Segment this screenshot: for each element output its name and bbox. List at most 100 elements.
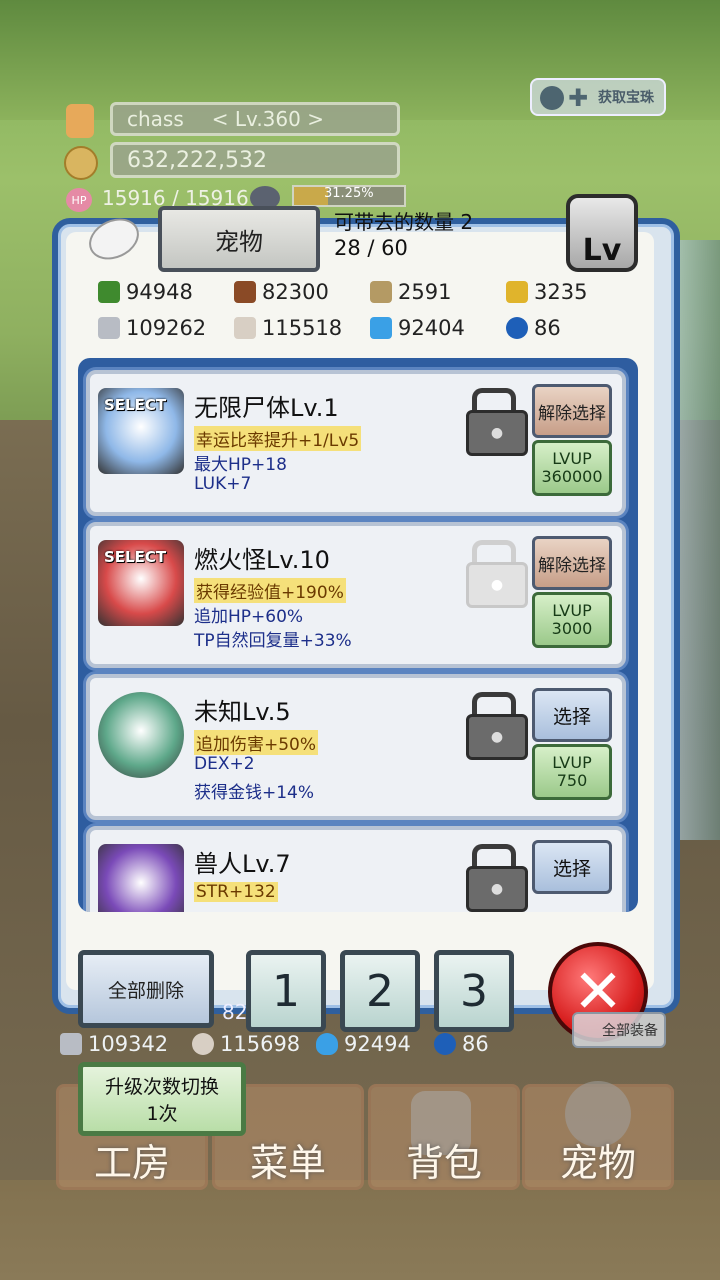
resource-grid: 94948 82300 2591 3235 109262 115518 9240… xyxy=(98,280,638,350)
pet-name: 未知Lv.5 xyxy=(194,698,291,726)
upgrade-count-toggle-button[interactable]: 升级次数切换 1次 xyxy=(78,1062,246,1136)
lvup-button[interactable]: LVUP 360000 xyxy=(532,440,612,496)
lvup-cost: 360000 xyxy=(541,467,603,486)
slot-2-button[interactable]: 2 xyxy=(340,950,420,1032)
nav-label: 背包 xyxy=(405,1141,482,1185)
nav-label: 菜单 xyxy=(249,1141,326,1185)
resource-orb: 86 xyxy=(506,316,561,340)
pet-stat: STR+132 xyxy=(194,882,278,902)
gold-amount: 632,222,532 xyxy=(127,147,267,173)
pet-stat: 幸运比率提升+1/Lv5 xyxy=(194,426,362,451)
lvup-cost: 750 xyxy=(556,771,588,790)
delete-all-button[interactable]: 全部删除 xyxy=(78,950,214,1028)
lock-icon[interactable]: ● xyxy=(466,714,528,760)
select-button[interactable]: 选择 xyxy=(532,840,612,894)
resource-value: 2591 xyxy=(398,280,452,304)
lock-icon[interactable]: ● xyxy=(466,410,528,456)
level-lock-label: Lv xyxy=(582,233,622,268)
exp-percent: 31.25% xyxy=(324,186,374,201)
pet-stat: 获得经验值+190% xyxy=(194,578,346,603)
lock-icon[interactable]: ● xyxy=(466,866,528,912)
toggle-line2: 1次 xyxy=(146,1103,178,1125)
player-avatar xyxy=(66,104,94,138)
lvup-button[interactable]: LVUP 3000 xyxy=(532,592,612,648)
resource-value: 3235 xyxy=(534,280,588,304)
resource-iron: 109262 xyxy=(98,316,206,340)
pet-card[interactable]: SELECT 无限尸体Lv.1 幸运比率提升+1/Lv5 最大HP+18 LUK… xyxy=(86,370,626,516)
lvup-cost: 3000 xyxy=(551,619,593,638)
pet-card[interactable]: 兽人Lv.7 STR+132 ● 选择 xyxy=(86,826,626,912)
pet-stat: 获得金钱+14% xyxy=(194,783,315,803)
pet-tab-label: 宠物 xyxy=(215,227,263,256)
plus-icon: ✚ xyxy=(568,84,589,112)
pet-name: 无限尸体Lv.1 xyxy=(194,394,339,422)
get-orb-label: 获取宝珠 xyxy=(598,90,654,106)
stone-icon xyxy=(192,1033,214,1055)
pet-stat: DEX+2 xyxy=(194,754,255,774)
resource-plank: 2591 xyxy=(370,280,451,304)
wood-icon xyxy=(234,281,256,303)
gold-coin-icon xyxy=(64,146,98,180)
select-tag: SELECT xyxy=(104,548,167,566)
pet-name: 燃火怪Lv.10 xyxy=(194,546,330,574)
pet-stat: TP自然回复量+33% xyxy=(194,631,352,651)
resource-value: 94948 xyxy=(126,280,193,304)
lvup-label: LVUP xyxy=(552,753,592,772)
orb-icon xyxy=(506,317,528,339)
resource-peek: 82 xyxy=(222,1000,248,1024)
player-name: chass xyxy=(127,107,184,131)
level-lock-button[interactable]: Lv xyxy=(566,194,638,272)
resource-stone: 115518 xyxy=(234,316,342,340)
drop-icon xyxy=(506,281,528,303)
hp-heart-icon: HP xyxy=(66,188,92,212)
stone-icon xyxy=(234,317,256,339)
pet-sprite-orc xyxy=(98,844,184,912)
pet-card[interactable]: SELECT 燃火怪Lv.10 获得经验值+190% 追加HP+60% TP自然… xyxy=(86,522,626,668)
lvup-button[interactable]: LVUP 750 xyxy=(532,744,612,800)
pet-tab: 宠物 xyxy=(158,206,320,272)
resource-value: 82300 xyxy=(262,280,329,304)
pet-count: 28 / 60 xyxy=(334,236,408,260)
unlocked-lock-icon[interactable]: ● xyxy=(466,562,528,608)
flame-icon xyxy=(316,1033,338,1055)
toggle-line1: 升级次数切换 xyxy=(104,1076,219,1098)
resource-value: 86 xyxy=(462,1032,489,1056)
bottom-resource-orb: 86 xyxy=(434,1032,489,1056)
resource-value: 92494 xyxy=(344,1032,411,1056)
exp-bar: 31.25% xyxy=(292,185,406,207)
player-level: < Lv.360 > xyxy=(211,107,324,131)
deselect-button[interactable]: 解除选择 xyxy=(532,536,612,590)
pet-stat: LUK+7 xyxy=(194,474,252,494)
pet-stat: 追加伤害+50% xyxy=(194,730,319,755)
resource-value: 92404 xyxy=(398,316,465,340)
get-orb-button[interactable]: ✚ 获取宝珠 xyxy=(530,78,666,116)
pet-card[interactable]: 未知Lv.5 追加伤害+50% DEX+2 获得金钱+14% ● 选择 LVUP… xyxy=(86,674,626,820)
carry-count-label: 可带去的数量 2 xyxy=(334,210,474,234)
bottom-resource-flame: 92494 xyxy=(316,1032,411,1056)
nav-pet[interactable]: 宠物 xyxy=(522,1081,674,1190)
nav-label: 工房 xyxy=(93,1141,170,1185)
select-button[interactable]: 选择 xyxy=(532,688,612,742)
pet-name: 兽人Lv.7 xyxy=(194,850,291,878)
resource-value: 115698 xyxy=(220,1032,301,1056)
bottom-resource-bar: 109342 115698 92494 86 xyxy=(60,1032,620,1060)
resource-flame: 92404 xyxy=(370,316,465,340)
resource-drop: 3235 xyxy=(506,280,587,304)
resource-leaf: 94948 xyxy=(98,280,193,304)
pet-stat: 最大HP+18 xyxy=(194,455,287,475)
pet-sprite-unknown-orb xyxy=(98,692,184,778)
pet-list[interactable]: SELECT 无限尸体Lv.1 幸运比率提升+1/Lv5 最大HP+18 LUK… xyxy=(78,358,638,912)
resource-value: 109342 xyxy=(88,1032,169,1056)
resource-value: 109262 xyxy=(126,316,207,340)
resource-value: 115518 xyxy=(262,316,343,340)
slot-1-button[interactable]: 1 xyxy=(246,950,326,1032)
gold-box: 632,222,532 xyxy=(110,142,400,178)
iron-icon xyxy=(60,1033,82,1055)
bottom-resource-iron: 109342 xyxy=(60,1032,168,1056)
nav-backpack[interactable]: 背包 xyxy=(368,1084,520,1190)
select-tag: SELECT xyxy=(104,396,167,414)
deselect-button[interactable]: 解除选择 xyxy=(532,384,612,438)
slot-3-button[interactable]: 3 xyxy=(434,950,514,1032)
resource-value: 86 xyxy=(534,316,561,340)
flame-icon xyxy=(370,317,392,339)
